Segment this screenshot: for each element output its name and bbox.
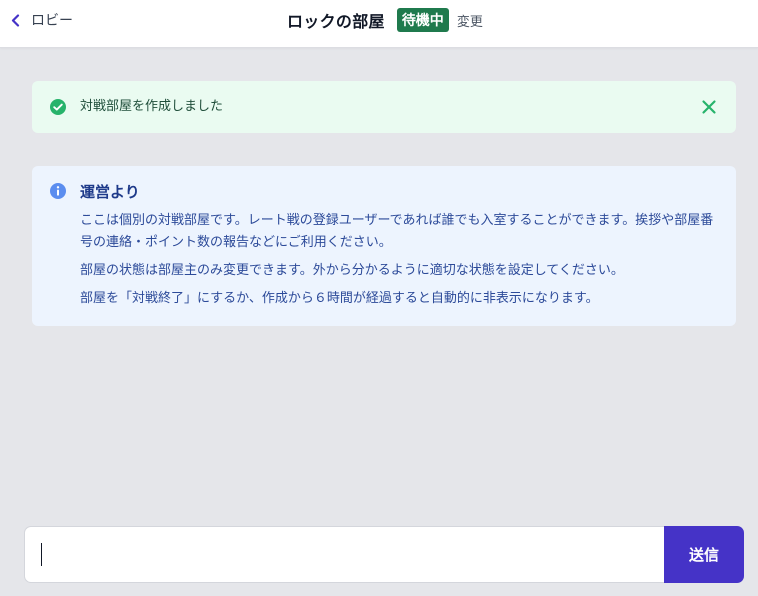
info-title: 運営より — [80, 183, 140, 201]
info-paragraph: 部屋の状態は部屋主のみ変更できます。外から分かるように適切な状態を設定してくださ… — [80, 263, 624, 278]
close-icon[interactable] — [700, 98, 718, 116]
message-input[interactable] — [24, 526, 664, 583]
chevron-left-icon — [11, 13, 23, 27]
back-label: ロビー — [31, 13, 73, 29]
room-header: ロビー ロックの部屋 待機中 変更 — [0, 0, 758, 48]
success-message: 対戦部屋を作成しました — [80, 99, 224, 114]
success-alert: 対戦部屋を作成しました — [32, 81, 736, 133]
status-badge: 待機中 — [396, 8, 449, 32]
change-status-link[interactable]: 変更 — [457, 11, 483, 30]
check-circle-icon — [49, 98, 67, 116]
room-title: ロックの部屋 — [287, 12, 385, 31]
title-group: ロックの部屋 待機中 変更 — [287, 8, 483, 32]
back-to-lobby-link[interactable]: ロビー — [11, 9, 73, 31]
info-circle-icon — [49, 182, 67, 200]
text-caret — [41, 543, 42, 566]
send-button[interactable]: 送信 — [664, 526, 744, 583]
info-body: ここは個別の対戦部屋です。レート戦の登録ユーザーであれば誰でも入室することができ… — [80, 210, 720, 316]
info-paragraph: ここは個別の対戦部屋です。レート戦の登録ユーザーであれば誰でも入室することができ… — [80, 213, 714, 250]
info-paragraph: 部屋を「対戦終了」にするか、作成から６時間が経過すると自動的に非表示になります。 — [80, 291, 599, 306]
message-composer: 送信 — [24, 526, 744, 583]
info-alert: 運営より ここは個別の対戦部屋です。レート戦の登録ユーザーであれば誰でも入室する… — [32, 166, 736, 326]
